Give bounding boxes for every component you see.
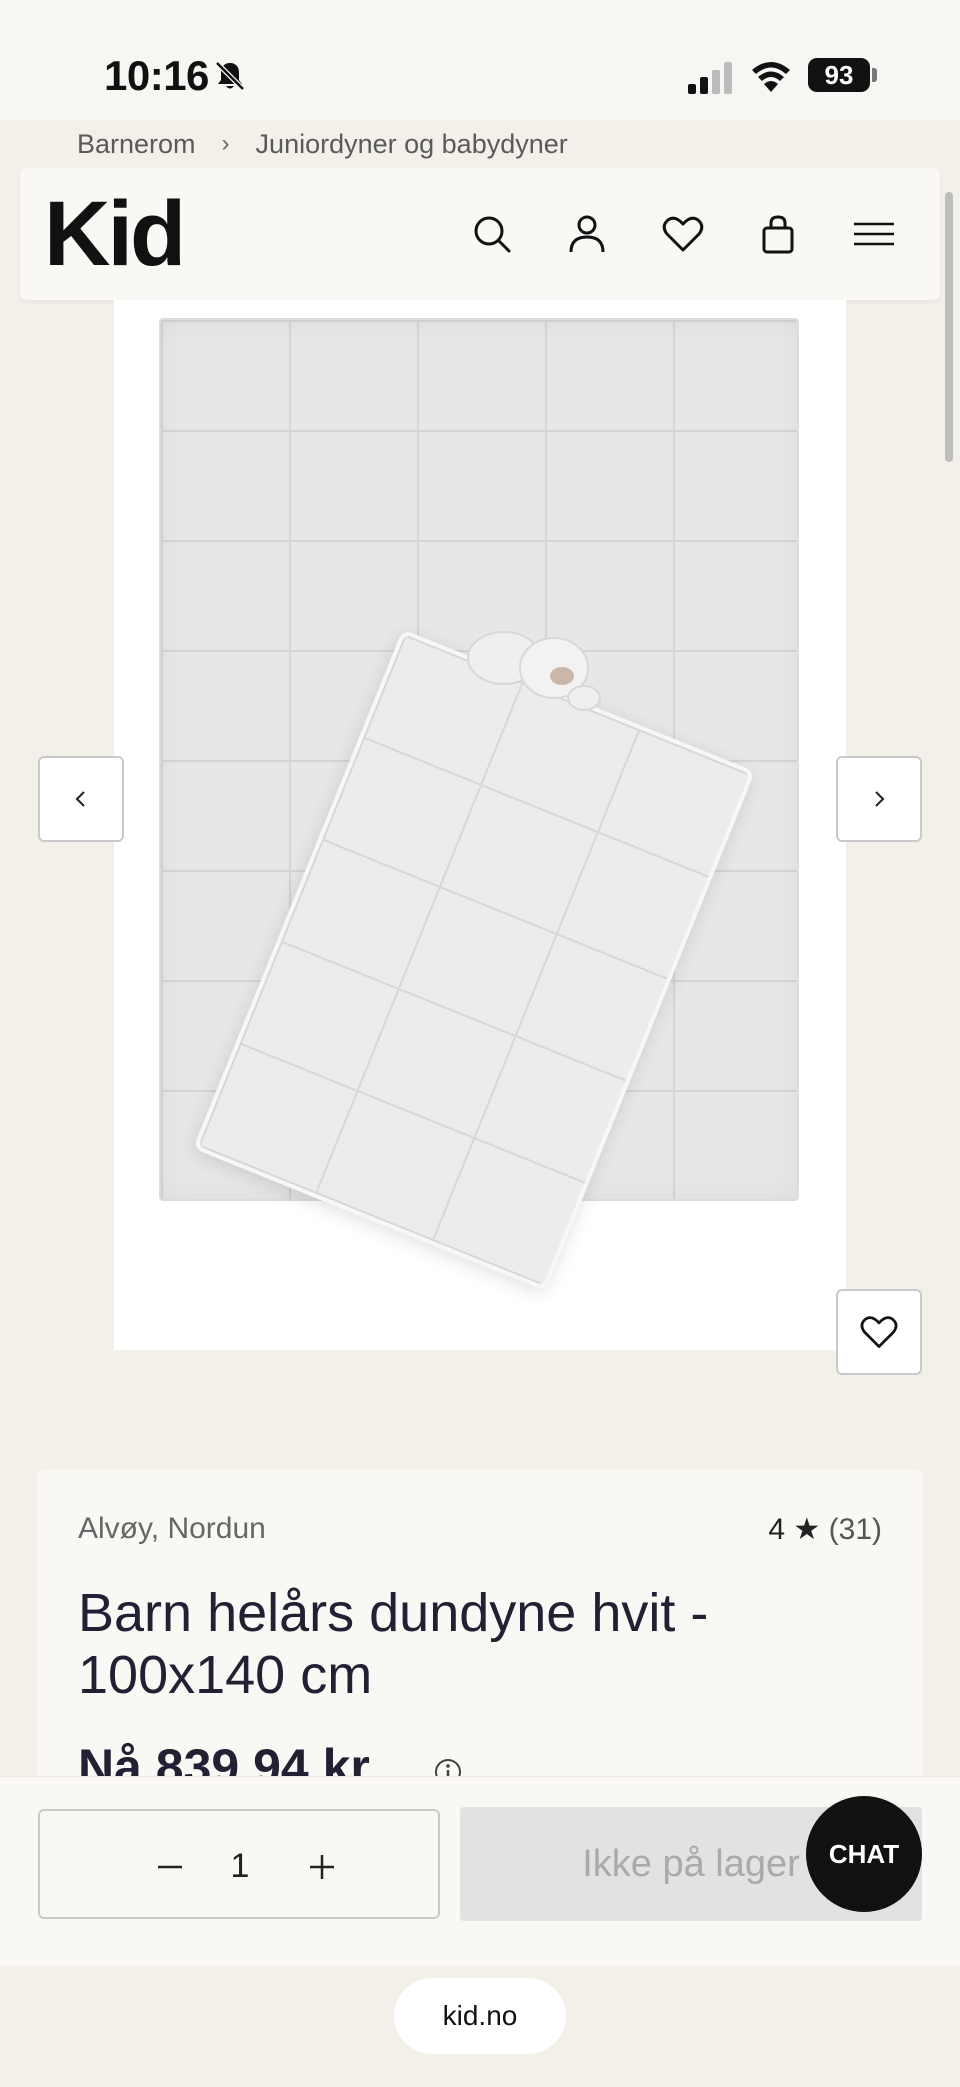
chevron-left-icon: [75, 791, 85, 807]
menu-icon[interactable]: [852, 212, 896, 256]
status-time: 10:16: [104, 52, 209, 99]
breadcrumb-separator: ›: [221, 130, 230, 157]
status-bar: 10:16 93: [0, 0, 960, 120]
product-info-card: Alvøy, Nordun 4 ★ (31) Barn helårs dundy…: [38, 1470, 922, 1795]
wifi-icon: [750, 58, 792, 94]
add-to-wishlist-button[interactable]: [836, 1289, 922, 1375]
url-bar[interactable]: kid.no: [394, 1978, 566, 2054]
product-image[interactable]: [114, 300, 846, 1350]
product-rating[interactable]: 4 ★ (31): [768, 1512, 882, 1547]
heart-icon[interactable]: [661, 212, 705, 256]
quantity-stepper: 1: [38, 1809, 440, 1919]
increase-quantity-button[interactable]: [292, 1837, 352, 1897]
product-brand[interactable]: Alvøy, Nordun: [78, 1512, 266, 1546]
breadcrumb-item-barnerom[interactable]: Barnerom: [77, 129, 196, 160]
next-image-button[interactable]: [836, 756, 922, 842]
battery-nub: [872, 68, 877, 82]
prev-image-button[interactable]: [38, 756, 124, 842]
bell-slash-icon: [212, 58, 248, 94]
minus-icon: [158, 1865, 182, 1869]
breadcrumb: Barnerom › Juniordyner og babydyner: [77, 124, 568, 164]
breadcrumb-item-juniordyner[interactable]: Juniordyner og babydyner: [256, 129, 568, 160]
chat-button[interactable]: CHAT: [806, 1796, 922, 1912]
rating-count: (31): [828, 1513, 882, 1546]
heart-icon: [860, 1316, 898, 1348]
battery-icon: 93: [808, 58, 870, 92]
user-icon[interactable]: [565, 212, 609, 256]
signal-icon: [688, 62, 736, 94]
search-icon[interactable]: [470, 212, 514, 256]
bag-icon[interactable]: [756, 212, 800, 256]
rating-value: 4 ★: [768, 1513, 821, 1546]
quantity-value[interactable]: 1: [210, 1847, 270, 1886]
page-scrollbar[interactable]: [945, 192, 953, 462]
kid-logo[interactable]: Kid: [44, 182, 186, 287]
product-title: Barn helårs dundyne hvit - 100x140 cm: [78, 1583, 709, 1705]
plus-icon: [310, 1855, 334, 1879]
site-header: Kid: [20, 168, 940, 300]
chevron-right-icon: [875, 791, 885, 807]
decrease-quantity-button[interactable]: [140, 1837, 200, 1897]
plush-toy-image: [454, 618, 604, 718]
